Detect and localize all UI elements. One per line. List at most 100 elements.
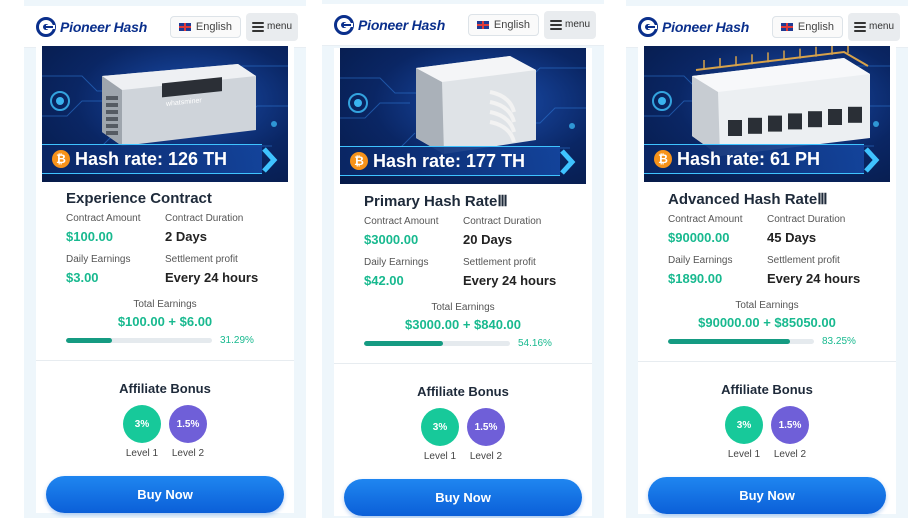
- language-label: English: [797, 20, 834, 33]
- settlement-profit-label: Settlement profit: [767, 255, 840, 266]
- scroll-content: Pioneer Hash English menu: [626, 0, 908, 514]
- level2-badge: 1.5%: [771, 406, 809, 444]
- chevron-right-icon: [262, 147, 278, 173]
- uk-flag-icon: [178, 22, 191, 31]
- hash-rate-text: Hash rate: 177 TH: [373, 150, 526, 171]
- buy-now-button[interactable]: Buy Now: [46, 476, 284, 513]
- settlement-profit-label: Settlement profit: [463, 257, 536, 268]
- hash-rate-banner: ₿ Hash rate: 177 TH: [340, 146, 576, 176]
- contract-amount-label: Contract Amount: [364, 216, 439, 227]
- brand-logo[interactable]: Pioneer Hash: [334, 14, 468, 35]
- bitcoin-icon: ₿: [350, 152, 368, 170]
- contract-details: Contract Amount $3000.00 Contract Durati…: [364, 216, 592, 288]
- level1-label: Level 1: [423, 451, 457, 462]
- level2-label: Level 2: [469, 451, 503, 462]
- language-selector[interactable]: English: [169, 15, 241, 38]
- daily-earnings-label: Daily Earnings: [668, 255, 733, 266]
- contract-amount-value: $100.00: [66, 229, 113, 244]
- buy-now-button[interactable]: Buy Now: [344, 479, 582, 516]
- affiliate-levels: 3% 1.5%: [334, 408, 592, 446]
- total-earnings-label: Total Earnings: [431, 302, 495, 313]
- uk-flag-icon: [476, 20, 489, 29]
- total-earnings: Total Earnings $100.00 + $6.00: [36, 299, 294, 329]
- top-bar: Pioneer Hash English menu: [322, 4, 604, 46]
- menu-label: menu: [564, 19, 590, 30]
- affiliate-levels: 3% 1.5%: [36, 405, 294, 443]
- affiliate-bonus-title: Affiliate Bonus: [119, 381, 211, 396]
- bitcoin-icon: ₿: [52, 150, 70, 168]
- menu-label: menu: [266, 21, 292, 32]
- total-earnings-value: $90000.00 + $85050.00: [698, 315, 836, 330]
- contract-duration-label: Contract Duration: [767, 214, 846, 225]
- total-earnings: Total Earnings $3000.00 + $840.00: [334, 302, 592, 332]
- brand-name: Pioneer Hash: [662, 18, 750, 35]
- uk-flag-icon: [780, 22, 793, 31]
- language-selector[interactable]: English: [771, 15, 843, 38]
- pioneer-hash-logo-icon: [36, 16, 56, 37]
- menu-button[interactable]: menu: [245, 12, 298, 41]
- contract-card-3: ₿ Hash rate: 61 PH Advanced Hash RateⅢ C…: [638, 46, 896, 514]
- contract-duration-value: 2 Days: [165, 229, 207, 244]
- level-labels: Level 1 Level 2: [36, 448, 294, 459]
- level1-label: Level 1: [125, 448, 159, 459]
- hash-rate-banner: ₿ Hash rate: 61 PH: [644, 144, 880, 174]
- progress-track: [364, 341, 510, 346]
- menu-label: menu: [868, 21, 894, 32]
- contract-banner: ₿ Hash rate: 177 TH: [340, 48, 586, 184]
- affiliate-bonus-title: Affiliate Bonus: [417, 384, 509, 399]
- affiliate-bonus-section: Affiliate Bonus 3% 1.5% Level 1 Level 2 …: [36, 361, 294, 513]
- brand-logo[interactable]: Pioneer Hash: [36, 16, 170, 37]
- contract-duration-label: Contract Duration: [463, 216, 542, 227]
- daily-earnings-value: $1890.00: [668, 271, 723, 286]
- phone-screen-3: Pioneer Hash English menu ₿ Hash rate: 6…: [626, 0, 908, 518]
- pioneer-hash-logo-icon: [638, 16, 658, 37]
- level1-badge: 3%: [725, 406, 763, 444]
- contract-amount-value: $3000.00: [364, 232, 419, 247]
- level1-badge: 3%: [421, 408, 459, 446]
- progress-track: [66, 338, 212, 343]
- bitcoin-icon: ₿: [654, 150, 672, 168]
- level-labels: Level 1 Level 2: [638, 449, 896, 460]
- settlement-profit-label: Settlement profit: [165, 254, 238, 265]
- top-bar: Pioneer Hash English menu: [24, 6, 306, 48]
- total-earnings-label: Total Earnings: [735, 300, 799, 311]
- contract-banner: ₿ Hash rate: 61 PH: [644, 46, 890, 182]
- total-earnings: Total Earnings $90000.00 + $85050.00: [638, 300, 896, 330]
- affiliate-levels: 3% 1.5%: [638, 406, 896, 444]
- progress: 54.16%: [364, 338, 592, 349]
- contract-details: Contract Amount $100.00 Contract Duratio…: [66, 213, 294, 285]
- buy-now-button[interactable]: Buy Now: [648, 477, 886, 514]
- contract-amount-value: $90000.00: [668, 230, 730, 245]
- level2-label: Level 2: [171, 448, 205, 459]
- phone-screen-2: Pioneer Hash English menu ₿ Hash rate: 1…: [322, 0, 604, 518]
- menu-button[interactable]: menu: [847, 12, 900, 41]
- phone-screen-1: Pioneer Hash English menu whatsminer ₿ H…: [24, 0, 306, 518]
- chevron-right-icon: [864, 147, 880, 173]
- contract-card-2: ₿ Hash rate: 177 TH Primary Hash RateⅢ C…: [334, 48, 592, 516]
- contract-duration-value: 20 Days: [463, 232, 513, 247]
- level1-badge: 3%: [123, 405, 161, 443]
- top-bar: Pioneer Hash English menu: [626, 6, 908, 48]
- brand-logo[interactable]: Pioneer Hash: [638, 16, 772, 37]
- menu-button[interactable]: menu: [543, 10, 596, 39]
- contract-title: Primary Hash RateⅢ: [364, 193, 508, 210]
- level-labels: Level 1 Level 2: [334, 451, 592, 462]
- hash-rate-text: Hash rate: 126 TH: [75, 148, 228, 169]
- language-selector[interactable]: English: [467, 13, 539, 36]
- affiliate-bonus-title: Affiliate Bonus: [721, 382, 813, 397]
- settlement-profit-value: Every 24 hours: [165, 270, 259, 285]
- progress-fill: [364, 341, 444, 346]
- contract-card-1: whatsminer ₿ Hash rate: 126 TH Experienc…: [36, 46, 294, 513]
- progress-fill: [66, 338, 112, 343]
- daily-earnings-value: $3.00: [66, 270, 99, 285]
- scroll-content: Pioneer Hash English menu: [24, 0, 306, 513]
- progress-percent: 31.29%: [220, 335, 254, 346]
- settlement-profit-value: Every 24 hours: [767, 271, 861, 286]
- progress: 31.29%: [66, 335, 294, 346]
- level2-badge: 1.5%: [467, 408, 505, 446]
- level1-label: Level 1: [727, 449, 761, 460]
- daily-earnings-label: Daily Earnings: [66, 254, 131, 265]
- daily-earnings-label: Daily Earnings: [364, 257, 429, 268]
- pioneer-hash-logo-icon: [334, 14, 354, 35]
- progress-percent: 54.16%: [518, 338, 552, 349]
